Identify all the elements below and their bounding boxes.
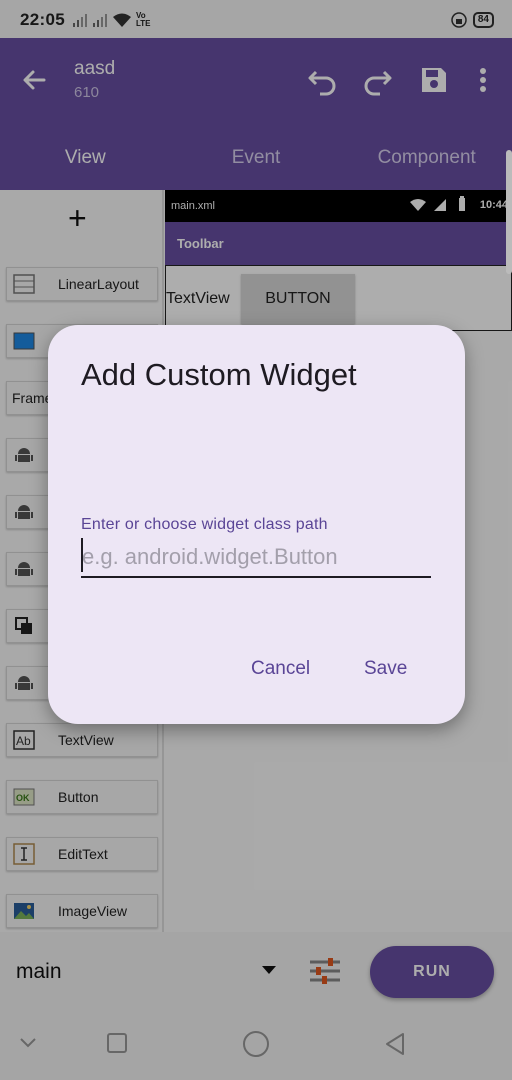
scrollbar-thumb[interactable]: [506, 150, 512, 274]
add-custom-widget-dialog: Add Custom Widget Enter or choose widget…: [48, 325, 465, 724]
widget-class-input[interactable]: [81, 538, 431, 578]
save-button[interactable]: Save: [364, 658, 407, 680]
text-cursor: [81, 538, 83, 572]
cancel-button[interactable]: Cancel: [251, 658, 310, 680]
dialog-title: Add Custom Widget: [81, 357, 357, 392]
widget-class-label: Enter or choose widget class path: [81, 516, 328, 533]
